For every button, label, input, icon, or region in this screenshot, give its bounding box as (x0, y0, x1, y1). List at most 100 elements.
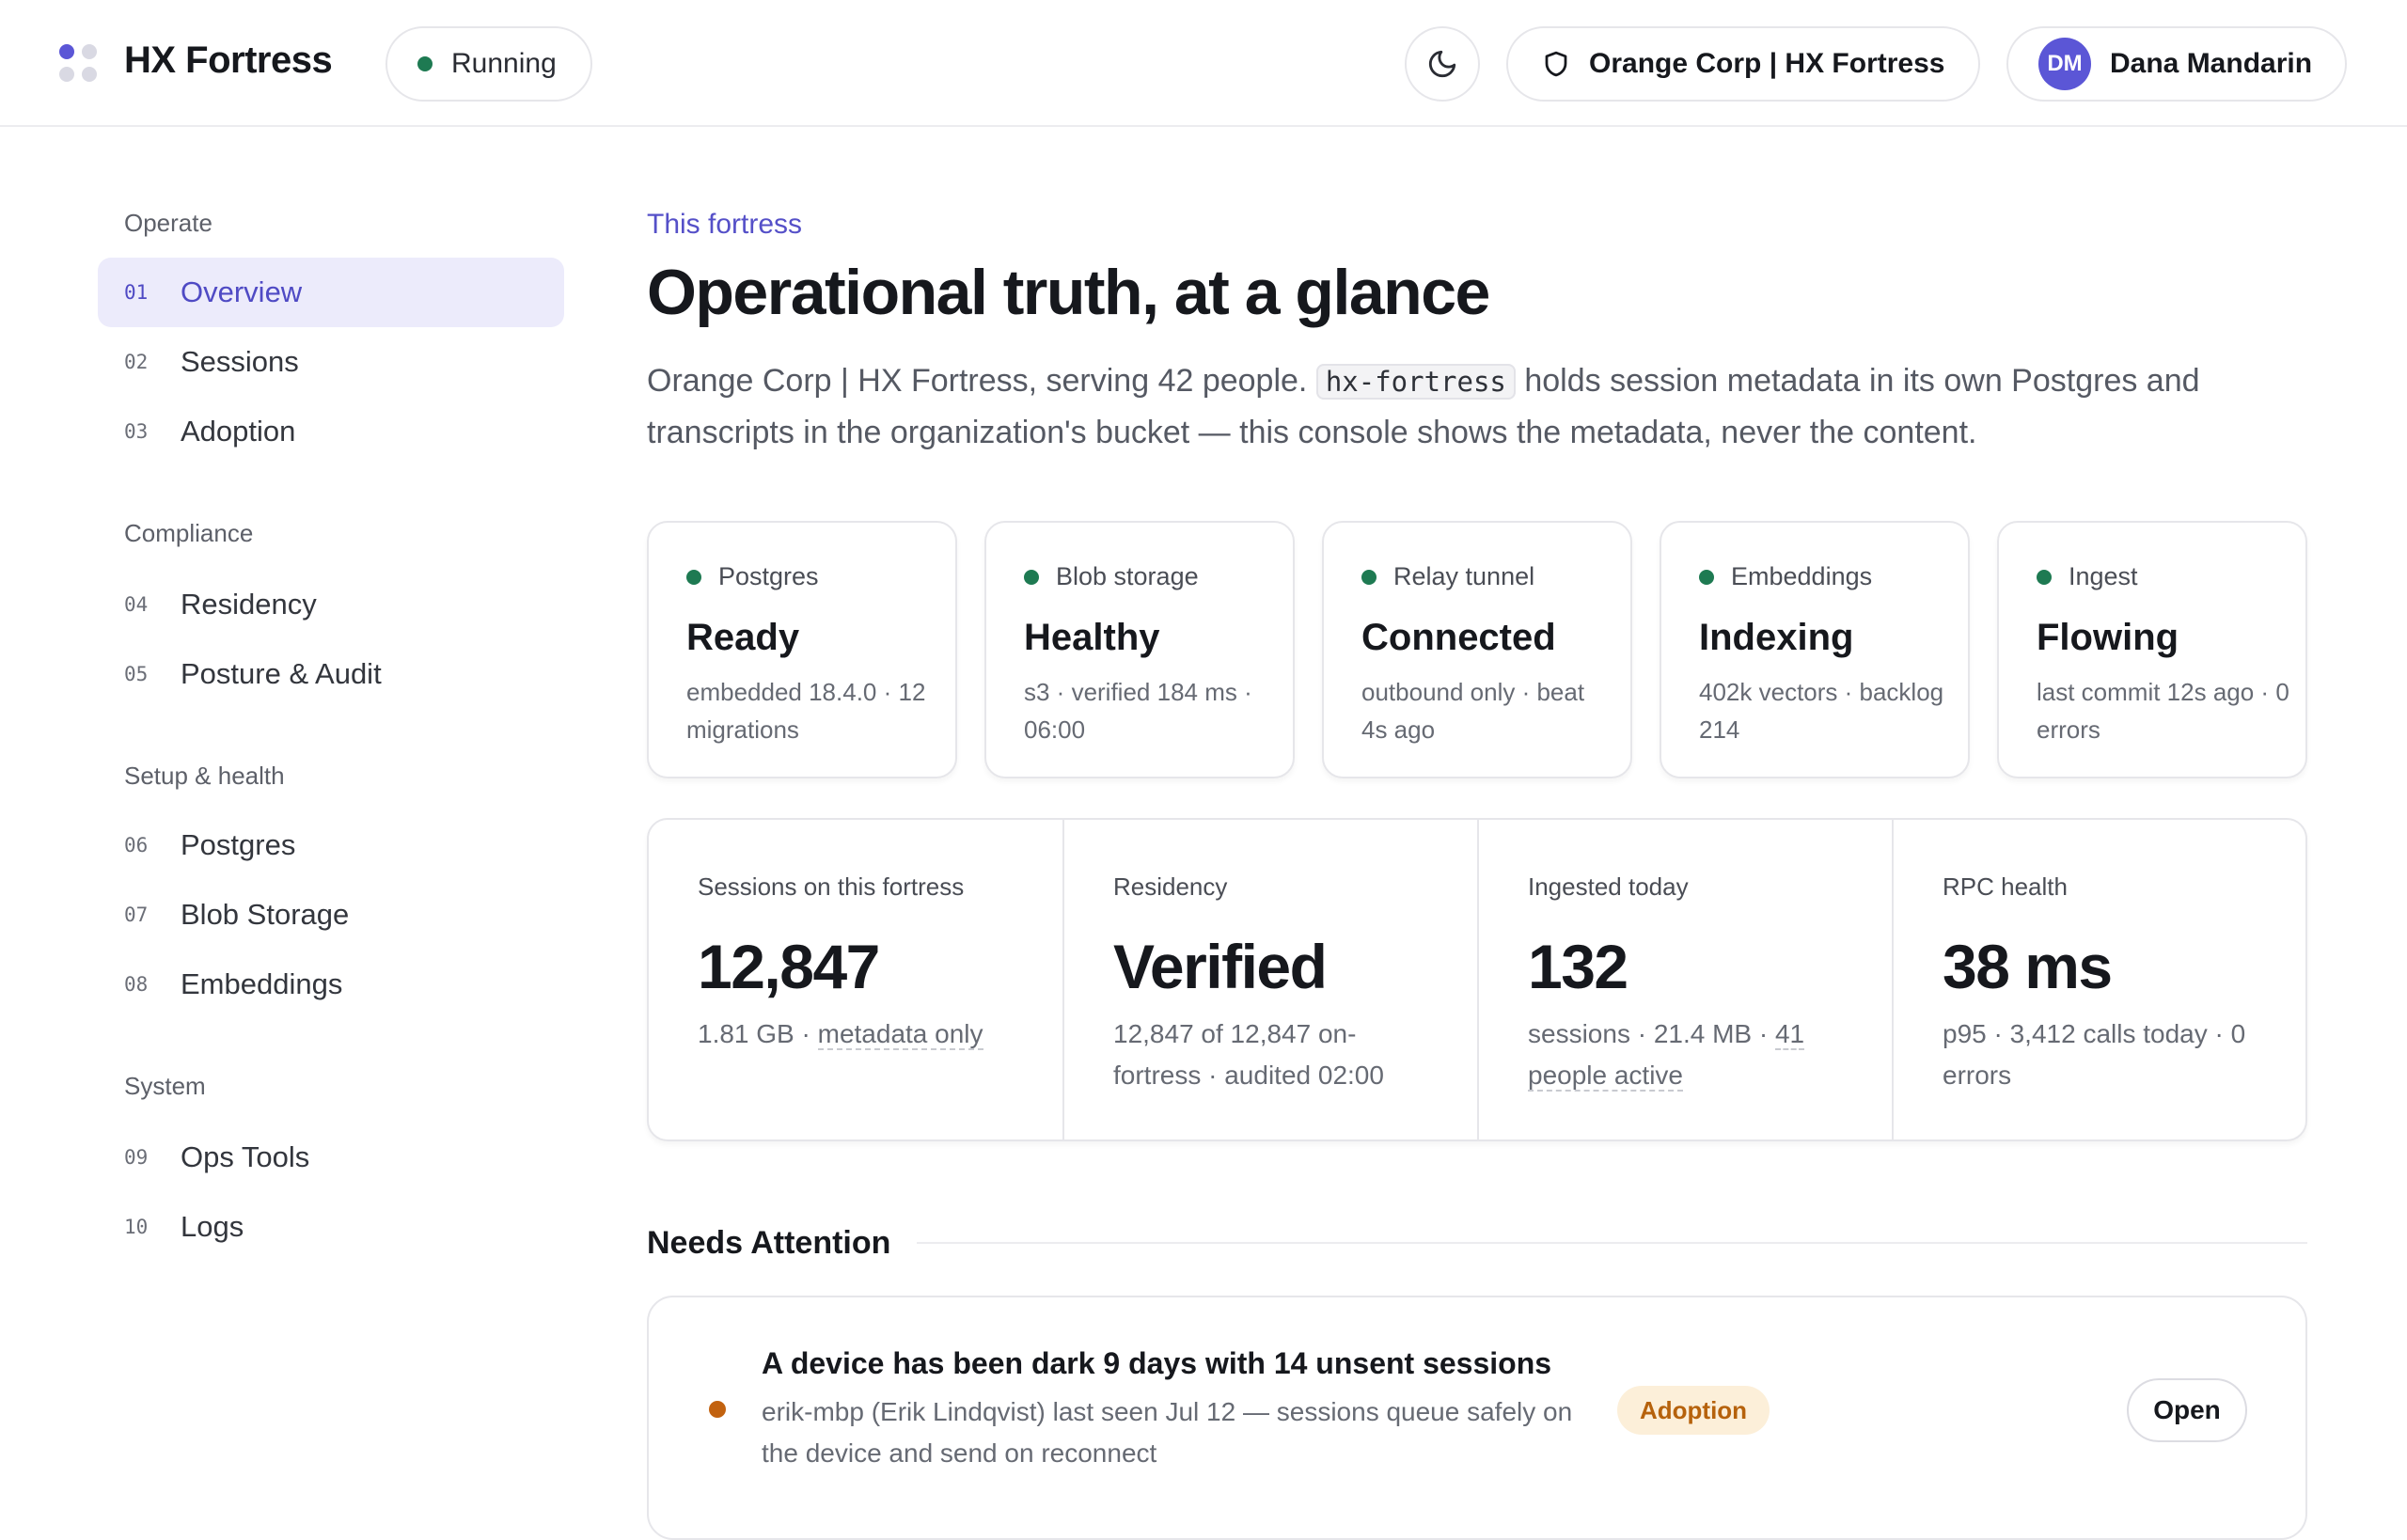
sidebar-item-ops-tools[interactable]: 09 Ops Tools (98, 1123, 564, 1192)
stat-description: p95 · 3,412 calls today · 0 errors (1943, 1019, 2246, 1090)
health-card-ingest[interactable]: Ingest Flowing last commit 12s ago · 0 e… (1997, 521, 2307, 778)
stat-ingested-today: Ingested today 132 sessions · 21.4 MB · … (1477, 820, 1892, 1139)
brand-name: HX Fortress (124, 39, 333, 81)
card-status: Indexing (1699, 617, 1854, 658)
card-status: Healthy (1024, 617, 1160, 658)
sidebar-item-label: Embeddings (181, 967, 343, 1000)
sidebar-group-operate: Operate (124, 209, 212, 237)
status-dot-icon (1699, 569, 1714, 585)
user-menu-button[interactable]: DM Dana Mandarin (2006, 26, 2347, 102)
org-switcher-button[interactable]: Orange Corp | HX Fortress (1506, 26, 1980, 102)
card-status: Flowing (2037, 617, 2179, 658)
sidebar-item-adoption[interactable]: 03 Adoption (98, 397, 564, 466)
status-dot-icon (2037, 569, 2052, 585)
sidebar-item-label: Overview (181, 275, 303, 308)
sidebar-item-postgres[interactable]: 06 Postgres (98, 810, 564, 880)
metadata-only-link[interactable]: metadata only (817, 1019, 983, 1050)
sidebar-item-number: 04 (124, 593, 149, 616)
theme-toggle-button[interactable] (1405, 26, 1480, 102)
stat-rpc-health: RPC health 38 ms p95 · 3,412 calls today… (1892, 820, 2305, 1139)
status-dot-icon (417, 56, 433, 71)
sidebar-item-embeddings[interactable]: 08 Embeddings (98, 950, 564, 1019)
card-name: Postgres (718, 562, 819, 590)
stat-value: 132 (1528, 932, 1628, 1001)
stat-label: RPC health (1943, 872, 2068, 901)
health-card-postgres[interactable]: Postgres Ready embedded 18.4.0 · 12 migr… (647, 521, 957, 778)
page-eyebrow: This fortress (647, 209, 803, 240)
sidebar-group-system: System (124, 1072, 206, 1100)
card-status: Ready (686, 617, 800, 658)
stat-label: Ingested today (1528, 872, 1689, 901)
health-card-blob-storage[interactable]: Blob storage Healthy s3 · verified 184 m… (984, 521, 1295, 778)
card-name: Embeddings (1731, 562, 1873, 590)
moon-icon (1428, 50, 1456, 78)
page-description: Orange Corp | HX Fortress, serving 42 pe… (647, 355, 2320, 458)
health-card-embeddings[interactable]: Embeddings Indexing 402k vectors · backl… (1660, 521, 1970, 778)
sidebar-item-label: Posture & Audit (181, 657, 382, 690)
status-dot-icon (1361, 569, 1377, 585)
warning-dot-icon (709, 1401, 726, 1418)
category-badge: Adoption (1617, 1386, 1770, 1435)
status-dot-icon (1024, 569, 1039, 585)
org-name: Orange Corp | HX Fortress (1589, 48, 1945, 79)
sidebar-item-sessions[interactable]: 02 Sessions (98, 327, 564, 397)
sidebar-item-number: 05 (124, 663, 149, 685)
sidebar-item-residency[interactable]: 04 Residency (98, 570, 564, 639)
description-text: Orange Corp | HX Fortress, serving 42 pe… (647, 363, 1316, 399)
stat-sessions: Sessions on this fortress 12,847 1.81 GB… (649, 820, 1062, 1139)
sidebar-item-logs[interactable]: 10 Logs (98, 1192, 564, 1262)
open-button[interactable]: Open (2127, 1378, 2247, 1442)
card-status: Connected (1361, 617, 1556, 658)
needs-attention-header: Needs Attention (647, 1222, 2307, 1264)
attention-description: erik-mbp (Erik Lindqvist) last seen Jul … (762, 1397, 1573, 1468)
stats-panel: Sessions on this fortress 12,847 1.81 GB… (647, 818, 2307, 1141)
attention-item: A device has been dark 9 days with 14 un… (647, 1296, 2307, 1540)
top-bar: HX Fortress Running Orange Corp | HX For… (0, 0, 2407, 127)
sidebar-item-number: 06 (124, 834, 149, 856)
sidebar-item-overview[interactable]: 01 Overview (98, 258, 564, 327)
card-name: Ingest (2069, 562, 2138, 590)
sidebar-item-label: Residency (181, 588, 317, 621)
stat-desc-text: sessions · 21.4 MB · (1528, 1019, 1775, 1048)
sidebar-item-label: Adoption (181, 415, 296, 448)
stat-value: 38 ms (1943, 932, 2113, 1001)
status-label: Running (451, 48, 557, 79)
stat-value: Verified (1113, 932, 1328, 1001)
service-code: hx-fortress (1315, 364, 1516, 400)
sidebar-item-number: 10 (124, 1216, 149, 1238)
page-title: Operational truth, at a glance (647, 257, 1490, 328)
status-badge[interactable]: Running (385, 26, 592, 102)
sidebar-item-label: Sessions (181, 345, 299, 378)
sidebar-item-label: Postgres (181, 828, 296, 861)
sidebar-item-posture-audit[interactable]: 05 Posture & Audit (98, 639, 564, 709)
stat-value: 12,847 (698, 932, 880, 1001)
stat-description: sessions · 21.4 MB · 41 people active (1528, 1014, 1810, 1096)
stat-label: Sessions on this fortress (698, 872, 965, 901)
user-name: Dana Mandarin (2110, 48, 2313, 79)
sidebar-item-blob-storage[interactable]: 07 Blob Storage (98, 880, 564, 950)
stat-residency: Residency Verified 12,847 of 12,847 on-f… (1062, 820, 1477, 1139)
sidebar-item-number: 07 (124, 904, 149, 926)
stat-desc-text: 1.81 GB · (698, 1019, 818, 1048)
brand-logo-icon (59, 44, 99, 84)
card-name: Blob storage (1056, 562, 1199, 590)
card-detail: 402k vectors · backlog 214 (1699, 678, 1944, 744)
stat-description: 12,847 of 12,847 on-fortress · audited 0… (1113, 1019, 1384, 1090)
sidebar-item-label: Ops Tools (181, 1140, 310, 1173)
health-card-relay-tunnel[interactable]: Relay tunnel Connected outbound only · b… (1322, 521, 1632, 778)
sidebar-item-number: 09 (124, 1146, 149, 1169)
attention-title: A device has been dark 9 days with 14 un… (762, 1346, 1552, 1380)
card-detail: s3 · verified 184 ms · 06:00 (1024, 678, 1252, 744)
sidebar-item-number: 03 (124, 420, 149, 443)
sidebar-group-compliance: Compliance (124, 519, 254, 547)
card-name: Relay tunnel (1393, 562, 1535, 590)
sidebar-item-number: 08 (124, 973, 149, 996)
stat-label: Residency (1113, 872, 1228, 901)
sidebar-item-number: 02 (124, 351, 149, 373)
card-detail: last commit 12s ago · 0 errors (2037, 678, 2289, 744)
section-divider (917, 1242, 2307, 1244)
avatar: DM (2038, 38, 2091, 90)
section-title: Needs Attention (647, 1224, 891, 1261)
sidebar-group-setup-health: Setup & health (124, 762, 285, 790)
card-detail: embedded 18.4.0 · 12 migrations (686, 678, 926, 744)
